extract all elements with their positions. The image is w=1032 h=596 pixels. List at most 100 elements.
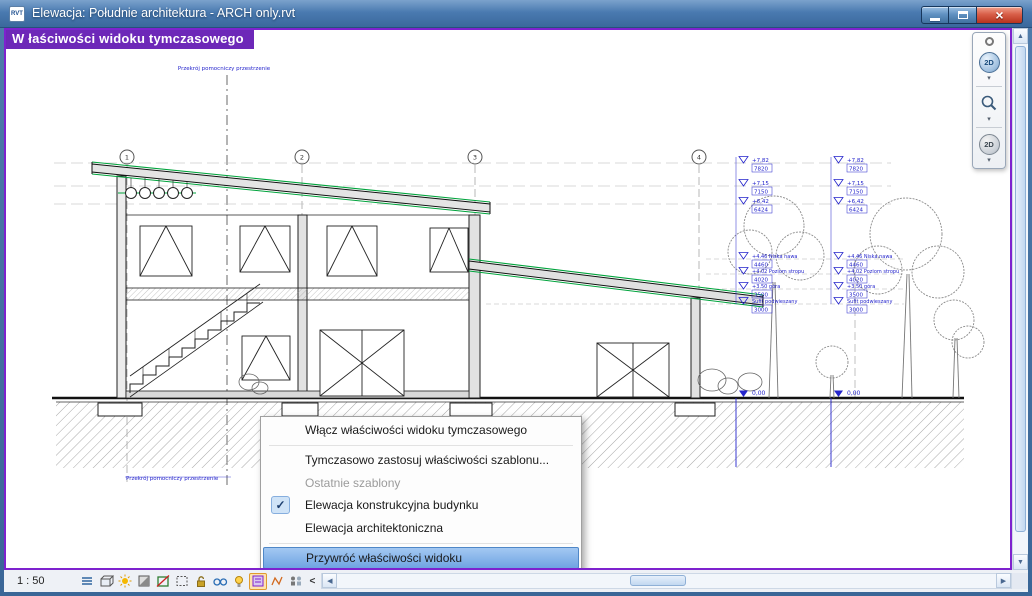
svg-text:0,00: 0,00 [752,390,766,397]
shadows-icon[interactable] [135,573,153,590]
grid-bubble-label: 3 [473,154,477,162]
navbar-divider [976,86,1002,87]
main-area: W łaściwości widoku tymczasowego [4,28,1028,592]
pan-2d-icon: 2D [979,134,1000,155]
svg-text:+7,82: +7,82 [847,158,864,164]
view-control-icons [78,573,305,590]
svg-text:+4,46 Niska nawa: +4,46 Niska nawa [847,254,893,260]
pan-2d-button[interactable]: 2D [976,131,1002,157]
svg-text:7820: 7820 [849,167,863,173]
steering-wheel-mini-icon[interactable] [985,37,994,46]
visual-style-icon[interactable] [97,573,115,590]
horizontal-scrollbar-thumb[interactable] [630,575,686,586]
svg-text:Sufit podwieszany: Sufit podwieszany [847,299,892,305]
horizontal-scrollbar[interactable]: ◀ ▶ [321,573,1012,589]
vertical-scrollbar[interactable]: ▲ ▼ [1012,28,1028,570]
svg-text:+4,02 Poziom stropu: +4,02 Poziom stropu [847,269,899,275]
checkmark-icon: ✓ [271,496,290,514]
menu-item-enable-temporary-view-properties[interactable]: Włącz właściwości widoku tymczasowego [263,419,579,442]
chevron-down-icon[interactable]: ▾ [987,116,991,124]
scroll-down-icon[interactable]: ▼ [1013,554,1028,570]
scroll-left-icon[interactable]: ◀ [322,573,337,588]
svg-text:3500: 3500 [849,293,863,299]
detail-level-icon[interactable] [78,573,96,590]
unlocked-view-icon[interactable] [192,573,210,590]
svg-text:+4,02 Poziom stropu: +4,02 Poziom stropu [752,269,804,275]
svg-text:3000: 3000 [849,308,863,314]
vertical-scrollbar-thumb[interactable] [1015,46,1026,532]
hide-analytical-model-icon[interactable] [268,573,286,590]
collapse-arrow[interactable]: < [310,576,316,587]
svg-text:+6,42: +6,42 [752,199,769,205]
scroll-right-icon[interactable]: ▶ [996,573,1011,588]
rvt-file-icon: RVT [9,6,25,22]
menu-separator [269,445,573,446]
navbar-divider [976,127,1002,128]
svg-text:Sufit podwieszany: Sufit podwieszany [752,299,797,305]
svg-text:7820: 7820 [754,167,768,173]
svg-text:4460: 4460 [754,263,768,269]
revit-window: RVT Elewacja: Południe architektura - AR… [0,0,1032,596]
steering-wheel-2d-icon: 2D [979,52,1000,73]
zoom-icon [980,94,998,112]
menu-separator [269,543,573,544]
window-controls: × [921,6,1023,24]
view-control-bar: 1 : 50 [4,570,321,592]
svg-text:0,00: 0,00 [847,390,861,397]
bottom-bar: 1 : 50 [4,570,1028,592]
menu-header-recent-templates: Ostatnie szablony [263,472,579,494]
temporary-view-properties-icon[interactable] [249,573,267,590]
steering-wheel-2d-button[interactable]: 2D [976,49,1002,75]
worksharing-display-icon[interactable] [287,573,305,590]
svg-text:7150: 7150 [754,190,768,196]
chevron-down-icon[interactable]: ▾ [987,157,991,165]
grid-bubble-label: 2 [300,154,304,162]
svg-text:+7,15: +7,15 [847,181,864,187]
section-annotation-top: Przekrój pomocniczy przestrzenie [178,65,271,72]
svg-text:+6,42: +6,42 [847,199,864,205]
close-icon: × [995,7,1003,23]
menu-item-architectural-elevation[interactable]: Elewacja architektoniczna [263,517,579,540]
reveal-hidden-elements-icon[interactable] [230,573,248,590]
minimize-button[interactable] [921,6,949,24]
menu-item-structural-elevation[interactable]: ✓ Elewacja konstrukcyjna budynku [263,494,579,517]
svg-text:3000: 3000 [754,308,768,314]
section-annotation-bottom: Przekrój pomocniczy przestrzenie [126,475,219,482]
show-crop-region-icon[interactable] [173,573,191,590]
grid-bubble-label: 4 [697,154,701,162]
navigation-bar: 2D ▾ ▾ 2D ▾ [972,32,1006,169]
svg-text:+7,15: +7,15 [752,181,769,187]
svg-text:+4,46 Niska nawa: +4,46 Niska nawa [752,254,798,260]
svg-text:3500: 3500 [754,293,768,299]
grid-bubble-label: 1 [125,154,129,162]
building [92,162,763,398]
svg-text:6424: 6424 [849,208,863,214]
maximize-button[interactable] [949,6,977,24]
title-bar[interactable]: RVT Elewacja: Południe architektura - AR… [0,0,1032,28]
temporary-view-banner: W łaściwości widoku tymczasowego [6,30,254,49]
menu-item-restore-view-properties[interactable]: Przywróć właściwości widoku [263,547,579,569]
minimize-icon [930,18,940,21]
chevron-down-icon[interactable]: ▾ [987,75,991,83]
menu-item-temporarily-apply-template[interactable]: Tymczasowo zastosuj właściwości szablonu… [263,449,579,472]
drawing-viewport[interactable]: W łaściwości widoku tymczasowego [4,28,1012,570]
crop-view-icon[interactable] [154,573,172,590]
window-title: Elewacja: Południe architektura - ARCH o… [32,0,295,28]
temporary-hide-isolate-icon[interactable] [211,573,229,590]
svg-text:6424: 6424 [754,208,768,214]
zoom-button[interactable] [976,90,1002,116]
svg-text:4020: 4020 [849,278,863,284]
svg-text:+3,50 góra: +3,50 góra [847,283,875,290]
sun-path-icon[interactable] [116,573,134,590]
svg-text:+7,82: +7,82 [752,158,769,164]
scale-button[interactable]: 1 : 50 [12,574,50,588]
svg-text:+3,50 góra: +3,50 góra [752,283,780,290]
svg-text:7150: 7150 [849,190,863,196]
scroll-up-icon[interactable]: ▲ [1013,28,1028,44]
maximize-icon [958,11,968,19]
close-button[interactable]: × [977,6,1023,24]
svg-text:4020: 4020 [754,278,768,284]
context-menu: Włącz właściwości widoku tymczasowego Ty… [260,416,582,570]
svg-text:4460: 4460 [849,263,863,269]
scrollbar-corner [1012,573,1028,589]
